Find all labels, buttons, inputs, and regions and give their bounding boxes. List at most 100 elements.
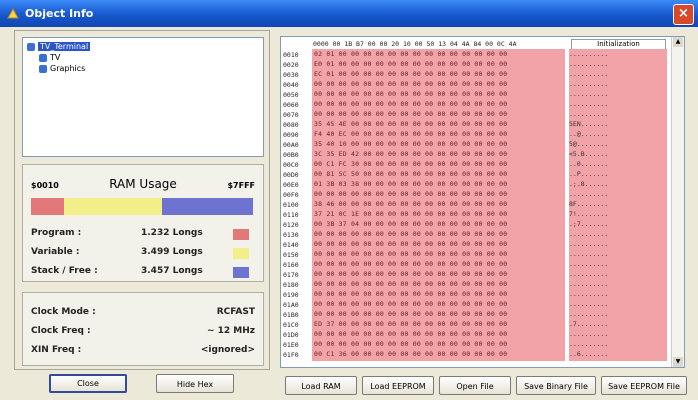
hex-row[interactable]: 00 00 00 00 00 00 00 00 00 00 00 00 00 0… <box>312 279 565 289</box>
hex-row[interactable]: 00 00 00 00 00 00 00 00 00 00 00 00 00 0… <box>312 229 565 239</box>
hex-address: 00F0 <box>283 191 299 199</box>
tree-item-tv[interactable]: TV <box>39 53 60 62</box>
hex-address: 01B0 <box>283 311 299 319</box>
hex-address: 01C0 <box>283 321 299 329</box>
hex-row[interactable]: 3C 35 ED 42 00 00 00 00 00 00 00 00 00 0… <box>312 149 565 159</box>
ascii-row: 5@........ <box>569 140 609 148</box>
ascii-row: .......... <box>569 50 609 58</box>
hex-row[interactable]: 02 01 00 00 00 00 00 00 00 00 00 00 00 0… <box>312 49 565 59</box>
hex-address: 0040 <box>283 81 299 89</box>
ascii-row: .......... <box>569 300 609 308</box>
ascii-row: <5.B...... <box>569 150 609 158</box>
hex-row[interactable]: 00 00 00 00 00 00 00 00 00 00 00 00 00 0… <box>312 289 565 299</box>
ascii-column[interactable]: ........................................… <box>569 49 667 361</box>
load-eeprom-button[interactable]: Load EEPROM <box>362 376 434 395</box>
ram-row-program: Program : 1.232 Longs <box>31 228 255 242</box>
ascii-row: .......... <box>569 340 609 348</box>
scroll-up-icon[interactable]: ▲ <box>673 37 683 47</box>
hex-row[interactable]: 00 00 00 00 00 00 00 00 00 00 00 00 00 0… <box>312 89 565 99</box>
object-icon <box>27 42 35 51</box>
hex-address: 0050 <box>283 91 299 99</box>
ascii-row: ..0....... <box>569 160 609 168</box>
hide-hex-button[interactable]: Hide Hex <box>156 374 234 393</box>
hex-row[interactable]: 00 00 00 00 00 00 00 00 00 00 00 00 00 0… <box>312 329 565 339</box>
hex-row[interactable]: 00 C1 FC 30 00 00 00 00 00 00 00 00 00 0… <box>312 159 565 169</box>
hex-address: 0070 <box>283 111 299 119</box>
hex-row[interactable]: 37 21 0C 1E 00 00 00 00 00 00 00 00 00 0… <box>312 209 565 219</box>
ascii-row: .;.8...... <box>569 180 609 188</box>
ram-bar-program <box>31 198 64 215</box>
hex-row[interactable]: 00 00 00 00 00 00 00 00 00 00 00 00 00 0… <box>312 309 565 319</box>
ascii-row: 7!........ <box>569 210 609 218</box>
xin-freq-row: XIN Freq : <ignored> <box>31 345 255 355</box>
hex-row[interactable]: 00 3B 37 04 00 00 00 00 00 00 00 00 00 0… <box>312 219 565 229</box>
close-window-button[interactable]: × <box>673 4 694 25</box>
ascii-row: .......... <box>569 270 609 278</box>
hex-row[interactable]: 00 00 00 00 00 00 00 00 00 00 00 00 00 0… <box>312 269 565 279</box>
object-tree[interactable]: TV_Terminal TV Graphics <box>22 37 264 157</box>
clock-freq-row: Clock Freq : ~ 12 MHz <box>31 326 255 336</box>
ascii-row: .......... <box>569 60 609 68</box>
hex-row[interactable]: 00 00 00 00 00 00 00 00 00 00 00 00 00 0… <box>312 239 565 249</box>
hex-row[interactable]: 00 00 00 00 00 00 00 00 00 00 00 00 00 0… <box>312 249 565 259</box>
tree-item-tv-terminal[interactable]: TV_Terminal <box>27 42 91 51</box>
ascii-row: .......... <box>569 110 609 118</box>
ascii-row: .......... <box>569 250 609 258</box>
hex-address: 0170 <box>283 271 299 279</box>
hex-row[interactable]: 00 00 00 00 00 00 00 00 00 00 00 00 00 0… <box>312 109 565 119</box>
hex-row[interactable]: F4 40 EC 00 00 00 00 00 00 00 00 00 00 0… <box>312 129 565 139</box>
hex-row[interactable]: 00 81 5C 50 00 00 00 00 00 00 00 00 00 0… <box>312 169 565 179</box>
ascii-row: .......... <box>569 260 609 268</box>
hex-row[interactable]: 00 00 00 00 00 00 00 00 00 00 00 00 00 0… <box>312 79 565 89</box>
title-bar: Object Info × <box>0 0 698 27</box>
hex-row[interactable]: 00 00 00 00 00 00 00 00 00 00 00 00 00 0… <box>312 259 565 269</box>
hex-row[interactable]: 35 40 10 00 00 00 00 00 00 00 00 00 00 0… <box>312 139 565 149</box>
hex-address: 0140 <box>283 241 299 249</box>
save-eeprom-button[interactable]: Save EEPROM File <box>601 376 687 395</box>
hex-address: 0110 <box>283 211 299 219</box>
ram-bar-variable <box>64 198 162 215</box>
hex-view[interactable]: 0000 00 1B B7 00 00 20 10 00 50 13 04 4A… <box>280 36 685 368</box>
save-binary-button[interactable]: Save Binary File <box>516 376 596 395</box>
ascii-row: .......... <box>569 100 609 108</box>
window-title: Object Info <box>25 7 94 20</box>
ascii-row: .......... <box>569 290 609 298</box>
hex-row[interactable]: 00 00 00 00 00 00 00 00 00 00 00 00 00 0… <box>312 189 565 199</box>
hex-address: 00B0 <box>283 151 299 159</box>
address-column: 0010 0020 0030 0040 0050 0060 0070 0080 0090 00A0… <box>283 50 311 360</box>
clock-mode-row: Clock Mode : RCFAST <box>31 307 255 317</box>
hex-row[interactable]: 00 00 00 00 00 00 00 00 00 00 00 00 00 0… <box>312 299 565 309</box>
open-file-button[interactable]: Open File <box>439 376 511 395</box>
hex-address: 0010 <box>283 51 299 59</box>
hex-row[interactable]: 38 46 00 00 00 00 00 00 00 00 00 00 00 0… <box>312 199 565 209</box>
ascii-row: .......... <box>569 230 609 238</box>
object-icon <box>39 53 47 62</box>
ascii-row: .......... <box>569 330 609 338</box>
load-ram-button[interactable]: Load RAM <box>285 376 357 395</box>
hex-row[interactable]: EC 01 00 00 00 00 00 00 00 00 00 00 00 0… <box>312 69 565 79</box>
hex-row[interactable]: 01 3B 03 38 00 00 00 00 00 00 00 00 00 0… <box>312 179 565 189</box>
ascii-row: .......... <box>569 80 609 88</box>
hex-address: 0180 <box>283 281 299 289</box>
tree-item-graphics[interactable]: Graphics <box>39 64 85 73</box>
hex-data-grid[interactable]: 02 01 00 00 00 00 00 00 00 00 00 00 00 0… <box>312 49 565 361</box>
vertical-scrollbar[interactable]: ▲ ▼ <box>671 37 684 367</box>
variable-swatch <box>233 248 249 259</box>
hex-address: 00A0 <box>283 141 299 149</box>
hex-row[interactable]: 00 00 00 00 00 00 00 00 00 00 00 00 00 0… <box>312 99 565 109</box>
hex-row[interactable]: E0 01 00 00 00 00 00 00 00 00 00 00 00 0… <box>312 59 565 69</box>
ascii-row: .......... <box>569 90 609 98</box>
hex-address: 00D0 <box>283 171 299 179</box>
hex-row[interactable]: 00 C1 36 00 00 00 00 00 00 00 00 00 00 0… <box>312 349 565 359</box>
object-icon <box>39 64 47 73</box>
close-button[interactable]: Close <box>49 374 127 393</box>
ascii-row: 8F........ <box>569 200 609 208</box>
scroll-down-icon[interactable]: ▼ <box>673 357 683 367</box>
ascii-row: ..P....... <box>569 170 609 178</box>
hex-row[interactable]: 00 00 00 00 00 00 00 00 00 00 00 00 00 0… <box>312 339 565 349</box>
hex-row[interactable]: ED 37 00 00 00 00 00 00 00 00 00 00 00 0… <box>312 319 565 329</box>
hex-row[interactable]: 35 45 4E 00 00 00 00 00 00 00 00 00 00 0… <box>312 119 565 129</box>
hex-address: 01E0 <box>283 341 299 349</box>
ram-row-variable: Variable : 3.499 Longs <box>31 247 255 261</box>
ascii-row: ..6....... <box>569 350 609 358</box>
